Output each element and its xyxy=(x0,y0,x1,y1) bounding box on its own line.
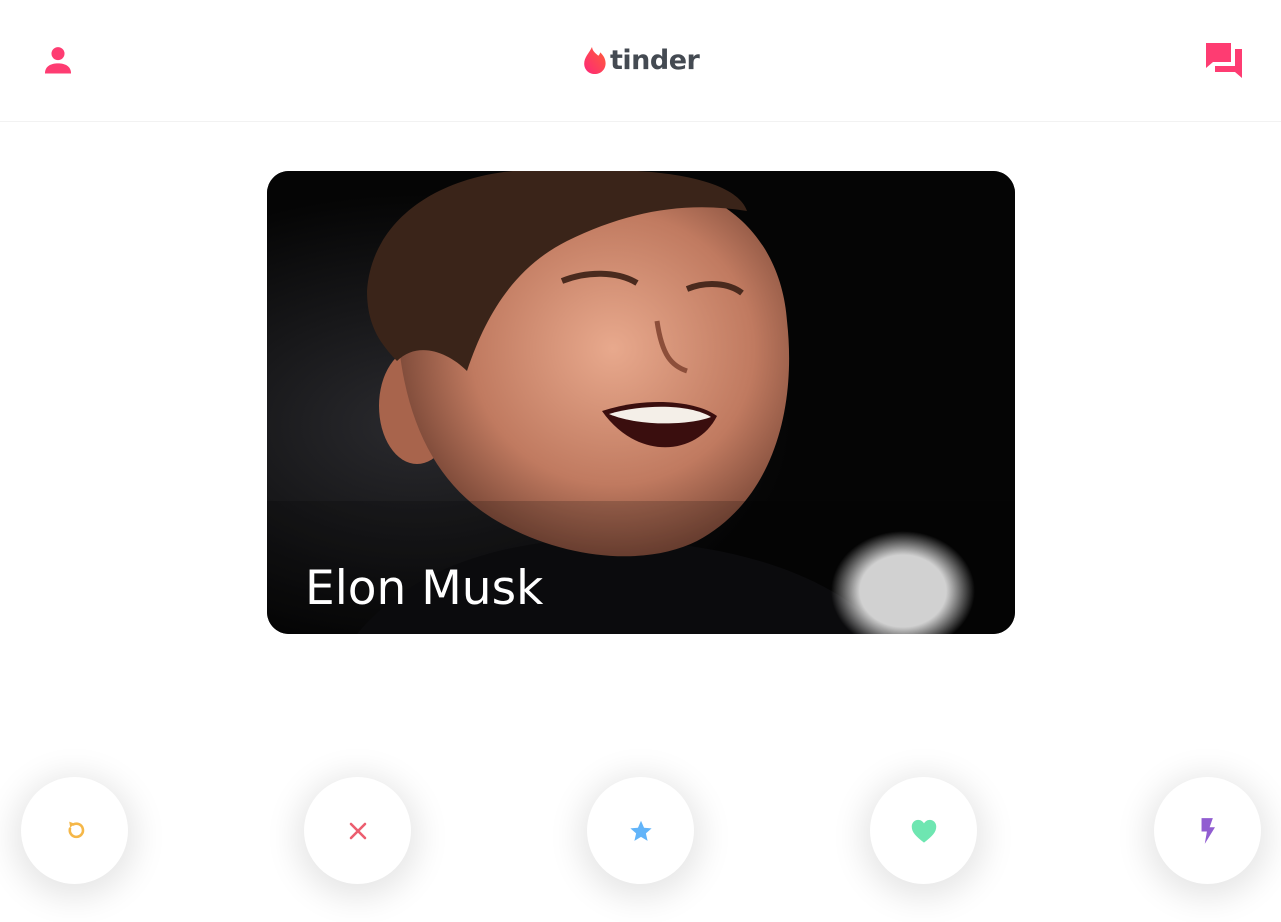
top-bar: tinder xyxy=(0,0,1281,122)
profile-button[interactable] xyxy=(38,40,78,80)
heart-icon xyxy=(911,819,936,843)
profile-name: Elon Musk xyxy=(305,561,544,616)
close-icon xyxy=(349,822,366,839)
messages-button[interactable] xyxy=(1202,39,1246,81)
super-like-button[interactable] xyxy=(587,777,694,884)
person-icon xyxy=(44,47,72,74)
chat-bubbles-icon xyxy=(1206,43,1242,78)
rewind-icon xyxy=(68,821,84,838)
nope-button[interactable] xyxy=(304,777,411,884)
tinder-logo: tinder xyxy=(583,42,700,78)
star-icon xyxy=(629,820,652,841)
flame-icon xyxy=(584,47,606,74)
rewind-button[interactable] xyxy=(21,777,128,884)
lightning-icon xyxy=(1201,817,1215,844)
boost-button[interactable] xyxy=(1154,777,1261,884)
profile-card[interactable]: Elon Musk xyxy=(267,171,1015,634)
logo-wordmark: tinder xyxy=(610,44,700,76)
swipe-buttons xyxy=(0,777,1281,884)
like-button[interactable] xyxy=(870,777,977,884)
